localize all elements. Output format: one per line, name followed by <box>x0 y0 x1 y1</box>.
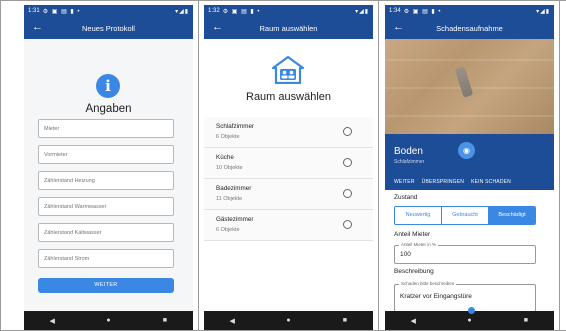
android-nav-bar: ◀ ● ■ <box>24 311 193 330</box>
nav-recents-icon[interactable]: ■ <box>516 317 536 324</box>
room-list-content: Raum auswählen Schlafzimmer 6 Objekte Kü… <box>204 39 373 311</box>
anteil-mieter-field-label: Anteil Mieter in % <box>399 242 439 247</box>
anteil-mieter-label: Anteil Mieter <box>394 231 431 238</box>
zaehlerstand-kaltwasser-field[interactable] <box>38 223 174 242</box>
status-time: 1:31 <box>28 8 40 14</box>
frame-left-line <box>0 0 1 331</box>
room-object-count: 11 Objekte <box>216 196 243 202</box>
nav-back-icon[interactable]: ◀ <box>42 317 62 325</box>
room-item-gaestezimmer[interactable]: Gästezimmer 6 Objekte <box>204 210 373 241</box>
zustand-option-beschaedigt[interactable]: Beschädigt <box>489 207 535 224</box>
app-bar-title: Raum auswählen <box>259 23 318 33</box>
frame-top-line <box>0 0 566 1</box>
status-notification-icons: ⚙ ▣ ▤ ▮ • <box>403 8 442 15</box>
radio-button[interactable] <box>343 158 352 167</box>
zustand-label: Zustand <box>394 194 418 201</box>
frame-right-line <box>559 0 560 331</box>
zustand-option-neuwertig[interactable]: Neuwertig <box>395 207 442 224</box>
status-bar: 1:34 ⚙ ▣ ▤ ▮ • ▾◢▮ <box>385 5 554 17</box>
room-object-count: 10 Objekte <box>216 165 243 171</box>
room-item-badezimmer[interactable]: Badezimmer 11 Objekte <box>204 179 373 210</box>
status-time: 1:32 <box>208 8 220 14</box>
zaehlerstand-heizung-field[interactable] <box>38 171 174 190</box>
app-bar: ← Raum auswählen <box>204 17 373 39</box>
text-cursor-handle[interactable] <box>468 307 475 314</box>
app-bar-title: Neues Protokoll <box>82 23 135 33</box>
damage-photo[interactable] <box>385 39 554 134</box>
status-signal-battery-icons: ▾◢▮ <box>175 8 189 15</box>
status-bar: 1:31 ⚙ ▣ ▤ ▮ • ▾◢▮ <box>24 5 193 17</box>
nav-recents-icon[interactable]: ■ <box>155 317 175 324</box>
weiter-action-button[interactable]: WEITER <box>394 179 415 185</box>
damage-actions: WEITER ÜBERSPRINGEN KEIN SCHADEN <box>394 179 511 185</box>
room-object-count: 6 Objekte <box>216 134 240 140</box>
nav-back-icon[interactable]: ◀ <box>222 317 242 325</box>
nav-home-icon[interactable]: ● <box>98 317 118 324</box>
room-name: Gästezimmer <box>216 216 254 223</box>
app-bar: ← Schadensaufnahme <box>385 17 554 39</box>
phone-screen-new-protocol: 1:31 ⚙ ▣ ▤ ▮ • ▾◢▮ ← Neues Protokoll i A… <box>24 5 193 330</box>
back-arrow-icon[interactable]: ← <box>393 21 404 34</box>
room-name: Küche <box>216 154 234 161</box>
app-bar: ← Neues Protokoll <box>24 17 193 39</box>
wood-grain-line <box>385 115 554 117</box>
status-bar: 1:32 ⚙ ▣ ▤ ▮ • ▾◢▮ <box>204 5 373 17</box>
page-heading: Angaben <box>85 103 132 115</box>
beschreibung-field[interactable]: Schaden bitte beschreiben Kratzer vor Ei… <box>394 281 536 312</box>
phone-screen-damage-record: 1:34 ⚙ ▣ ▤ ▮ • ▾◢▮ ← Schadensaufnahme Bo… <box>385 5 554 330</box>
radio-button[interactable] <box>343 220 352 229</box>
frame-divider-1 <box>198 0 199 331</box>
page-heading: Raum auswählen <box>246 91 331 103</box>
damage-item-header: Boden Schlafzimmer ◉ WEITER ÜBERSPRINGEN… <box>385 134 554 190</box>
zaehlerstand-strom-field[interactable] <box>38 249 174 268</box>
nav-back-icon[interactable]: ◀ <box>403 317 423 325</box>
beschreibung-label: Beschreibung <box>394 268 434 275</box>
form-content: i Angaben WEITER <box>24 39 193 311</box>
back-arrow-icon[interactable]: ← <box>32 21 43 34</box>
scratch-mark <box>454 66 474 98</box>
room-name: Schlafzimmer <box>216 123 255 130</box>
nav-home-icon[interactable]: ● <box>459 317 479 324</box>
room-item-kueche[interactable]: Küche 10 Objekte <box>204 148 373 179</box>
status-signal-battery-icons: ▾◢▮ <box>355 8 369 15</box>
item-room: Schlafzimmer <box>394 159 425 165</box>
frame-divider-2 <box>378 0 379 331</box>
beschreibung-value: Kratzer vor Eingangstüre <box>400 293 472 300</box>
app-bar-title: Schadensaufnahme <box>436 23 503 33</box>
anteil-mieter-value: 100 <box>400 251 411 258</box>
info-icon: i <box>96 74 120 98</box>
weiter-button[interactable]: WEITER <box>38 278 174 293</box>
ueberspringen-action-button[interactable]: ÜBERSPRINGEN <box>422 179 464 185</box>
room-object-count: 6 Objekte <box>216 227 240 233</box>
status-notification-icons: ⚙ ▣ ▤ ▮ • <box>222 8 261 15</box>
vormieter-field[interactable] <box>38 145 174 164</box>
wood-grain-line <box>385 59 554 61</box>
room-icon <box>272 56 304 84</box>
beschreibung-field-label: Schaden bitte beschreiben <box>399 281 457 286</box>
zustand-segmented-control: Neuwertig Gebraucht Beschädigt <box>394 206 536 225</box>
radio-button[interactable] <box>343 189 352 198</box>
anteil-mieter-field[interactable]: Anteil Mieter in % 100 <box>394 242 536 264</box>
status-signal-battery-icons: ▾◢▮ <box>536 8 550 15</box>
room-name: Badezimmer <box>216 185 252 192</box>
radio-button[interactable] <box>343 127 352 136</box>
zaehlerstand-warmwasser-field[interactable] <box>38 197 174 216</box>
mieter-field[interactable] <box>38 119 174 138</box>
nav-home-icon[interactable]: ● <box>278 317 298 324</box>
zustand-option-gebraucht[interactable]: Gebraucht <box>442 207 489 224</box>
item-title: Boden <box>394 146 423 157</box>
nav-recents-icon[interactable]: ■ <box>335 317 355 324</box>
kein-schaden-action-button[interactable]: KEIN SCHADEN <box>471 179 511 185</box>
status-time: 1:34 <box>389 8 401 14</box>
camera-icon[interactable]: ◉ <box>458 142 475 159</box>
android-nav-bar: ◀ ● ■ <box>204 311 373 330</box>
room-item-schlafzimmer[interactable]: Schlafzimmer 6 Objekte <box>204 117 373 148</box>
status-notification-icons: ⚙ ▣ ▤ ▮ • <box>42 8 81 15</box>
back-arrow-icon[interactable]: ← <box>212 21 223 34</box>
phone-screen-room-select: 1:32 ⚙ ▣ ▤ ▮ • ▾◢▮ ← Raum auswählen Raum… <box>204 5 373 330</box>
